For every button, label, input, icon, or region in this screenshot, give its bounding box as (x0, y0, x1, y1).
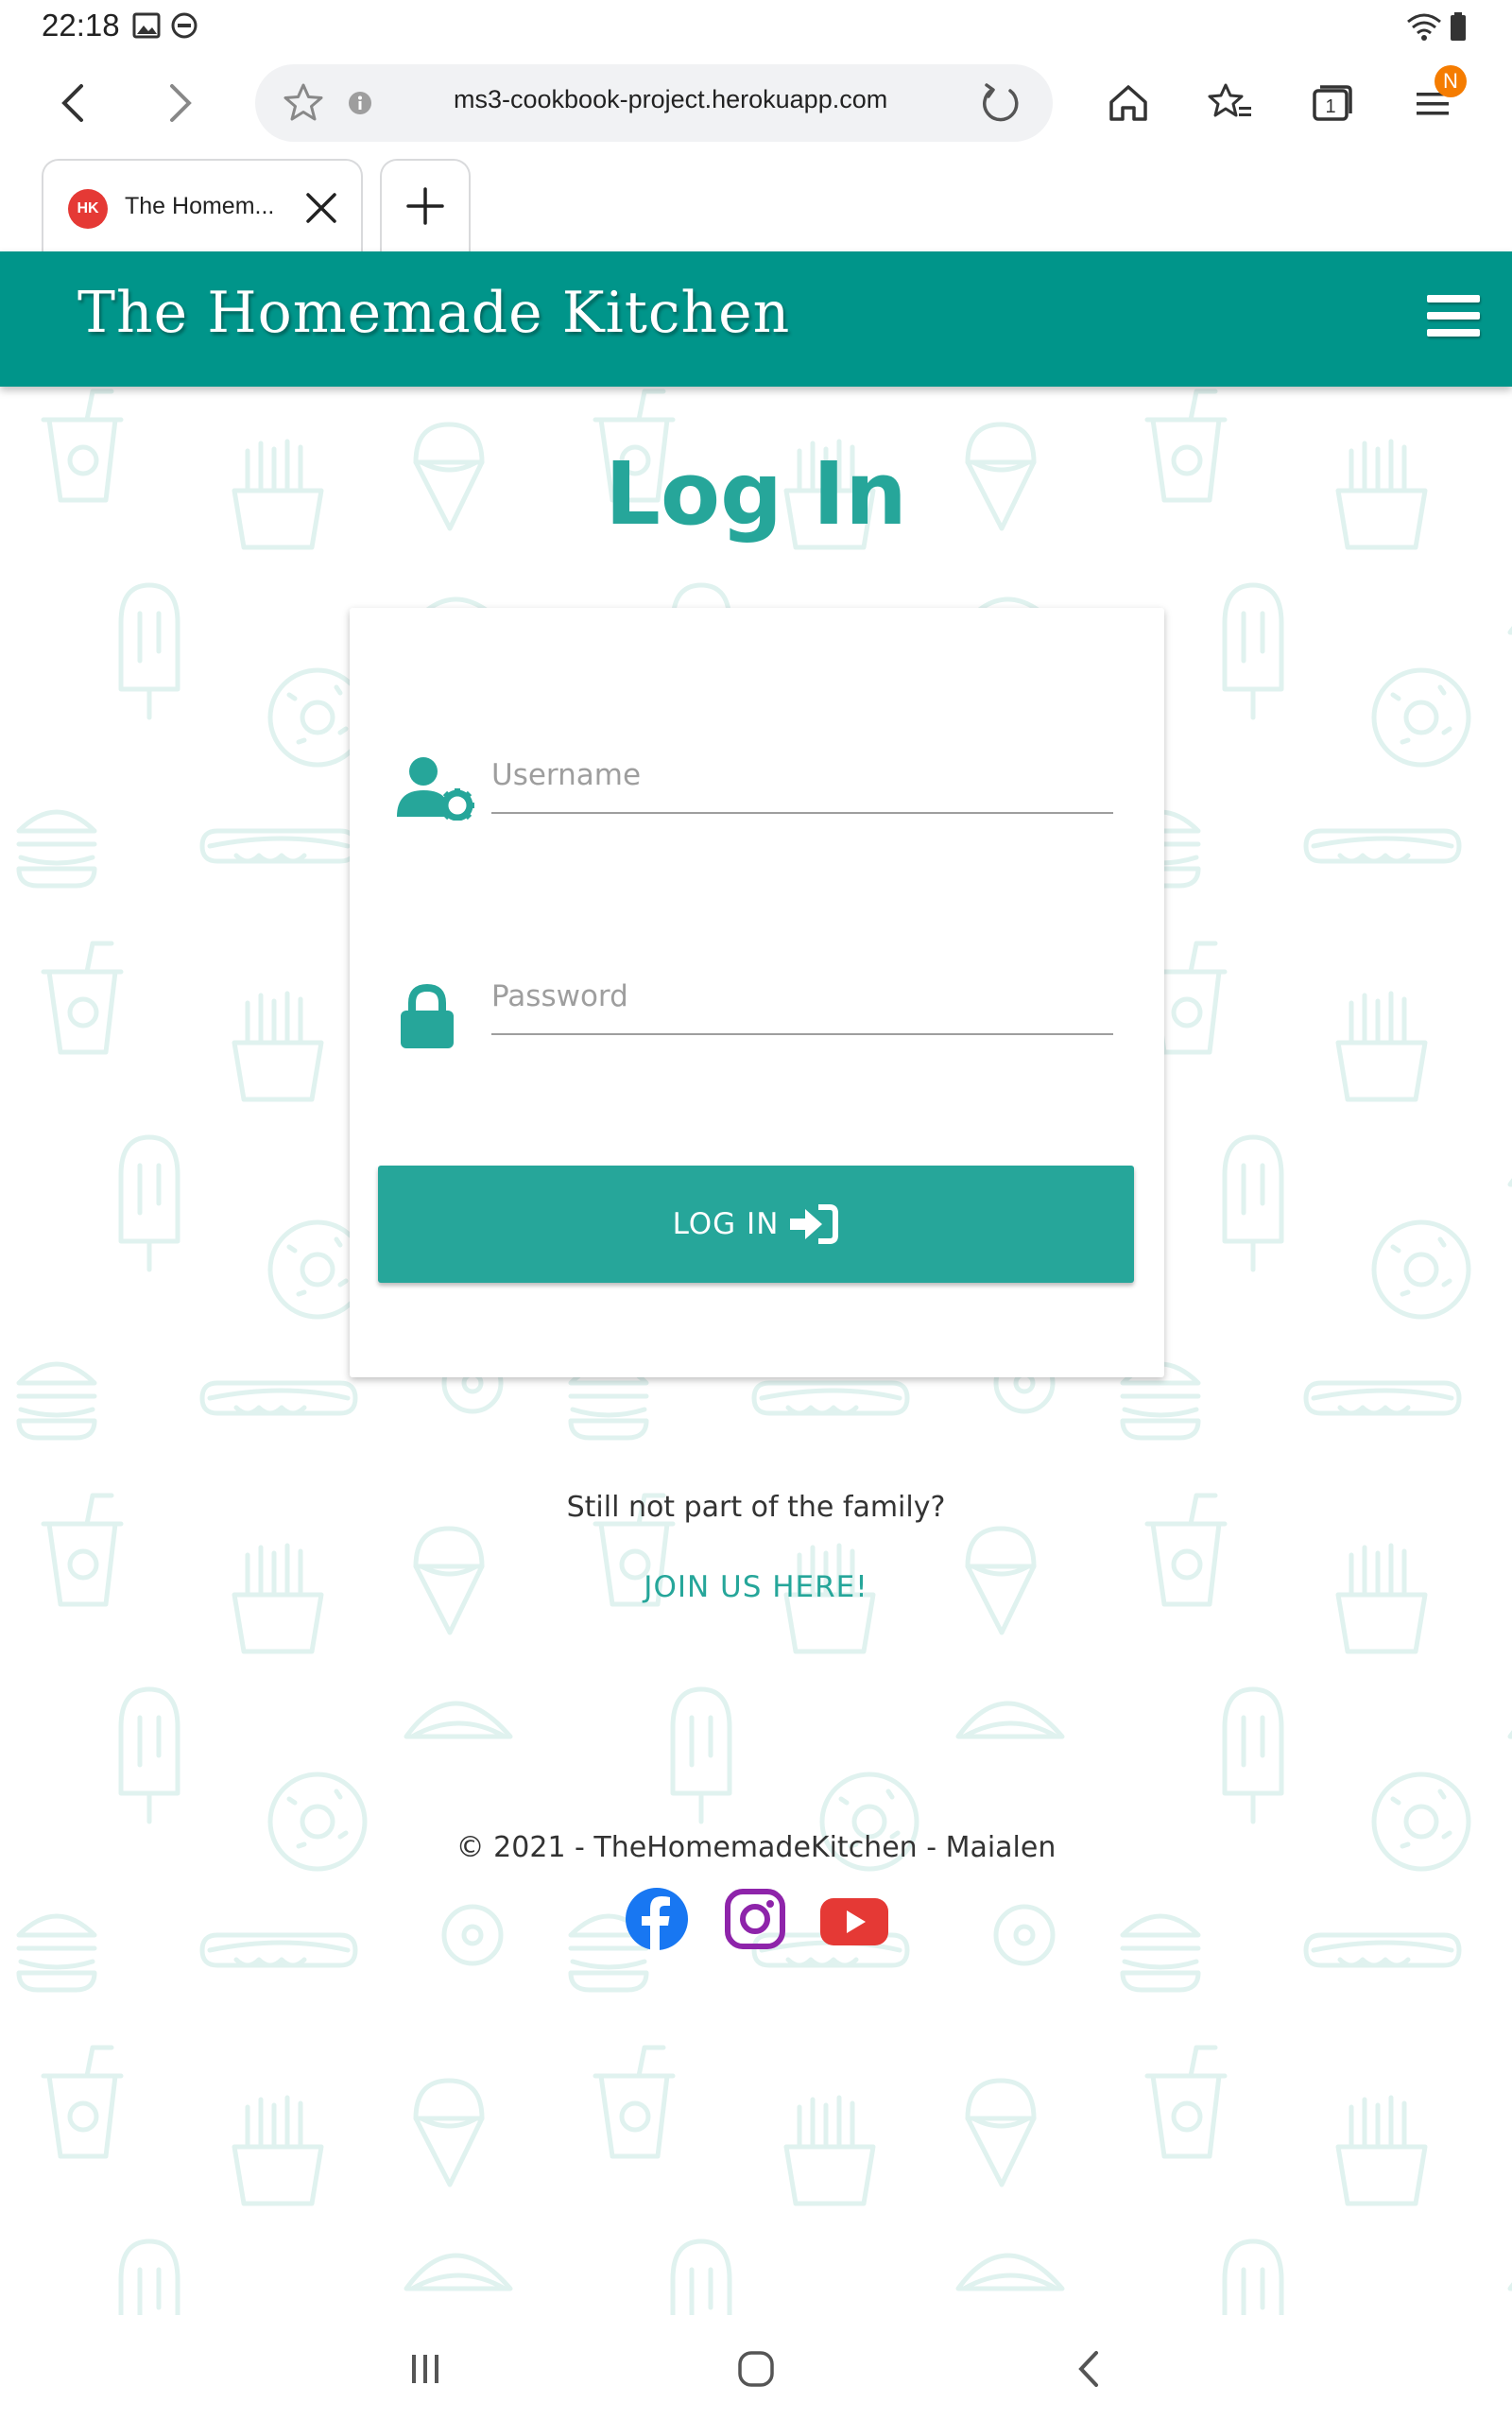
chevron-right-icon (170, 84, 192, 122)
wifi-icon (1406, 11, 1442, 45)
gallery-notification-icon (132, 11, 161, 43)
close-icon (306, 193, 336, 223)
user-cog-icon (397, 754, 476, 824)
login-button[interactable]: LOG IN (378, 1166, 1134, 1283)
join-question: Still not part of the family? (566, 1491, 946, 1524)
chevron-left-icon (61, 84, 83, 122)
plus-icon (406, 187, 444, 225)
brand-logo-text[interactable]: The Homemade Kitchen (77, 280, 790, 346)
hamburger-bar (1427, 295, 1480, 302)
site-header: The Homemade Kitchen (0, 251, 1512, 387)
hamburger-bar (1427, 329, 1480, 337)
new-tab-button[interactable] (380, 159, 471, 251)
tab-manager-button[interactable]: 1 (1298, 69, 1366, 137)
notification-badge: N (1435, 65, 1467, 97)
youtube-icon[interactable] (816, 1886, 892, 1952)
home-icon (1109, 85, 1147, 121)
tab-title: The Homem... (125, 193, 275, 219)
info-icon[interactable] (348, 91, 372, 119)
status-time: 22:18 (42, 8, 120, 43)
home-button[interactable] (1094, 69, 1162, 137)
login-card: LOG IN (350, 608, 1164, 1377)
back-icon (1078, 2351, 1098, 2387)
username-input[interactable] (491, 738, 1113, 812)
social-links (624, 1886, 898, 1958)
bookmarks-button[interactable] (1196, 69, 1264, 137)
bookmark-star-icon[interactable] (282, 81, 325, 129)
sign-in-icon (790, 1204, 839, 1244)
back-button[interactable] (40, 69, 108, 137)
facebook-icon[interactable] (624, 1886, 690, 1952)
address-bar[interactable]: ms3-cookbook-project.herokuapp.com (255, 64, 1053, 142)
login-button-label: LOG IN (672, 1207, 780, 1241)
footer-copyright: © 2021 - TheHomemadeKitchen - Maialen (455, 1831, 1057, 1864)
page-title: Log In (605, 443, 907, 544)
home-nav-button[interactable] (718, 2336, 794, 2402)
home-circle-icon (738, 2351, 774, 2387)
reload-icon[interactable] (979, 81, 1022, 129)
url-text[interactable]: ms3-cookbook-project.herokuapp.com (454, 85, 887, 114)
lock-icon (399, 983, 455, 1052)
join-link[interactable]: JOIN US HERE! (0, 1570, 1512, 1604)
tabs-icon: 1 (1313, 85, 1352, 121)
browser-menu-button[interactable]: N (1402, 65, 1470, 137)
status-bar: 22:18 (0, 0, 1512, 53)
recent-apps-button[interactable] (387, 2336, 463, 2402)
battery-icon (1450, 11, 1467, 45)
nav-menu-button[interactable] (1427, 295, 1480, 344)
back-nav-button[interactable] (1051, 2336, 1126, 2402)
browser-toolbar: ms3-cookbook-project.herokuapp.com 1 N (0, 53, 1512, 153)
tab-strip: HK The Homem... (0, 153, 1512, 251)
tab-count: 1 (1325, 96, 1335, 117)
bookmarks-list-icon (1208, 83, 1251, 117)
password-input[interactable] (491, 959, 1113, 1033)
recents-icon (412, 2355, 438, 2383)
instagram-icon[interactable] (722, 1886, 788, 1952)
system-nav-bar (0, 2315, 1512, 2420)
main-content: Log In LOG IN Still not part of the fami… (0, 387, 1512, 2315)
browser-tab[interactable]: HK The Homem... (42, 159, 363, 251)
password-field[interactable] (491, 959, 1113, 1035)
forward-button[interactable] (146, 69, 214, 137)
site-favicon: HK (68, 189, 108, 229)
do-not-disturb-icon (170, 11, 198, 43)
tab-close-button[interactable] (297, 183, 346, 233)
hamburger-bar (1427, 312, 1480, 320)
username-field[interactable] (491, 738, 1113, 814)
